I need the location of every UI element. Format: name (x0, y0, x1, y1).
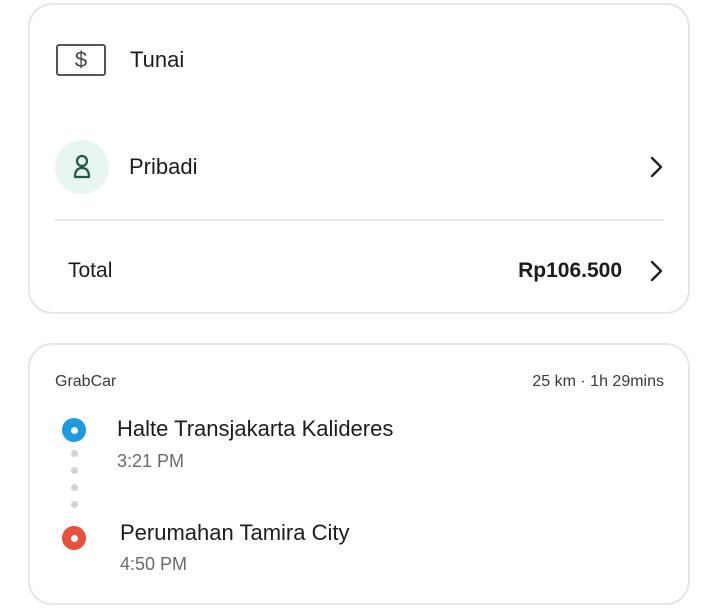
divider (55, 219, 664, 221)
service-name: GrabCar (55, 373, 117, 390)
route-dot (71, 484, 78, 491)
chevron-right-icon[interactable] (648, 155, 664, 179)
profile-row[interactable]: Pribadi (30, 139, 688, 195)
route-dot (71, 450, 78, 457)
destination-name: Perumahan Tamira City (120, 520, 350, 545)
chevron-right-icon[interactable] (648, 259, 664, 283)
payment-card: $ Tunai Pribadi Total Rp106.500 (28, 3, 690, 314)
total-row[interactable]: Total Rp106.500 (30, 253, 688, 289)
trip-card: GrabCar 25 km · 1h 29mins Halte Transjak… (28, 343, 690, 605)
origin-pin-icon (62, 418, 86, 442)
origin-time: 3:21 PM (117, 451, 185, 471)
trip-summary: 25 km · 1h 29mins (532, 373, 664, 390)
total-amount: Rp106.500 (518, 259, 622, 282)
destination-time: 4:50 PM (120, 554, 188, 574)
destination-pin-icon (62, 526, 86, 550)
route-dot (71, 467, 78, 474)
payment-method-row[interactable]: $ Tunai (30, 35, 688, 85)
origin-name: Halte Transjakarta Kalideres (117, 416, 394, 441)
total-label: Total (68, 259, 113, 282)
trip-header: GrabCar 25 km · 1h 29mins (55, 373, 664, 391)
profile-label: Pribadi (129, 154, 198, 179)
payment-method-label: Tunai (130, 47, 185, 72)
cash-dollar-icon: $ (56, 44, 106, 76)
route-dot (71, 501, 78, 508)
person-icon (55, 140, 109, 194)
